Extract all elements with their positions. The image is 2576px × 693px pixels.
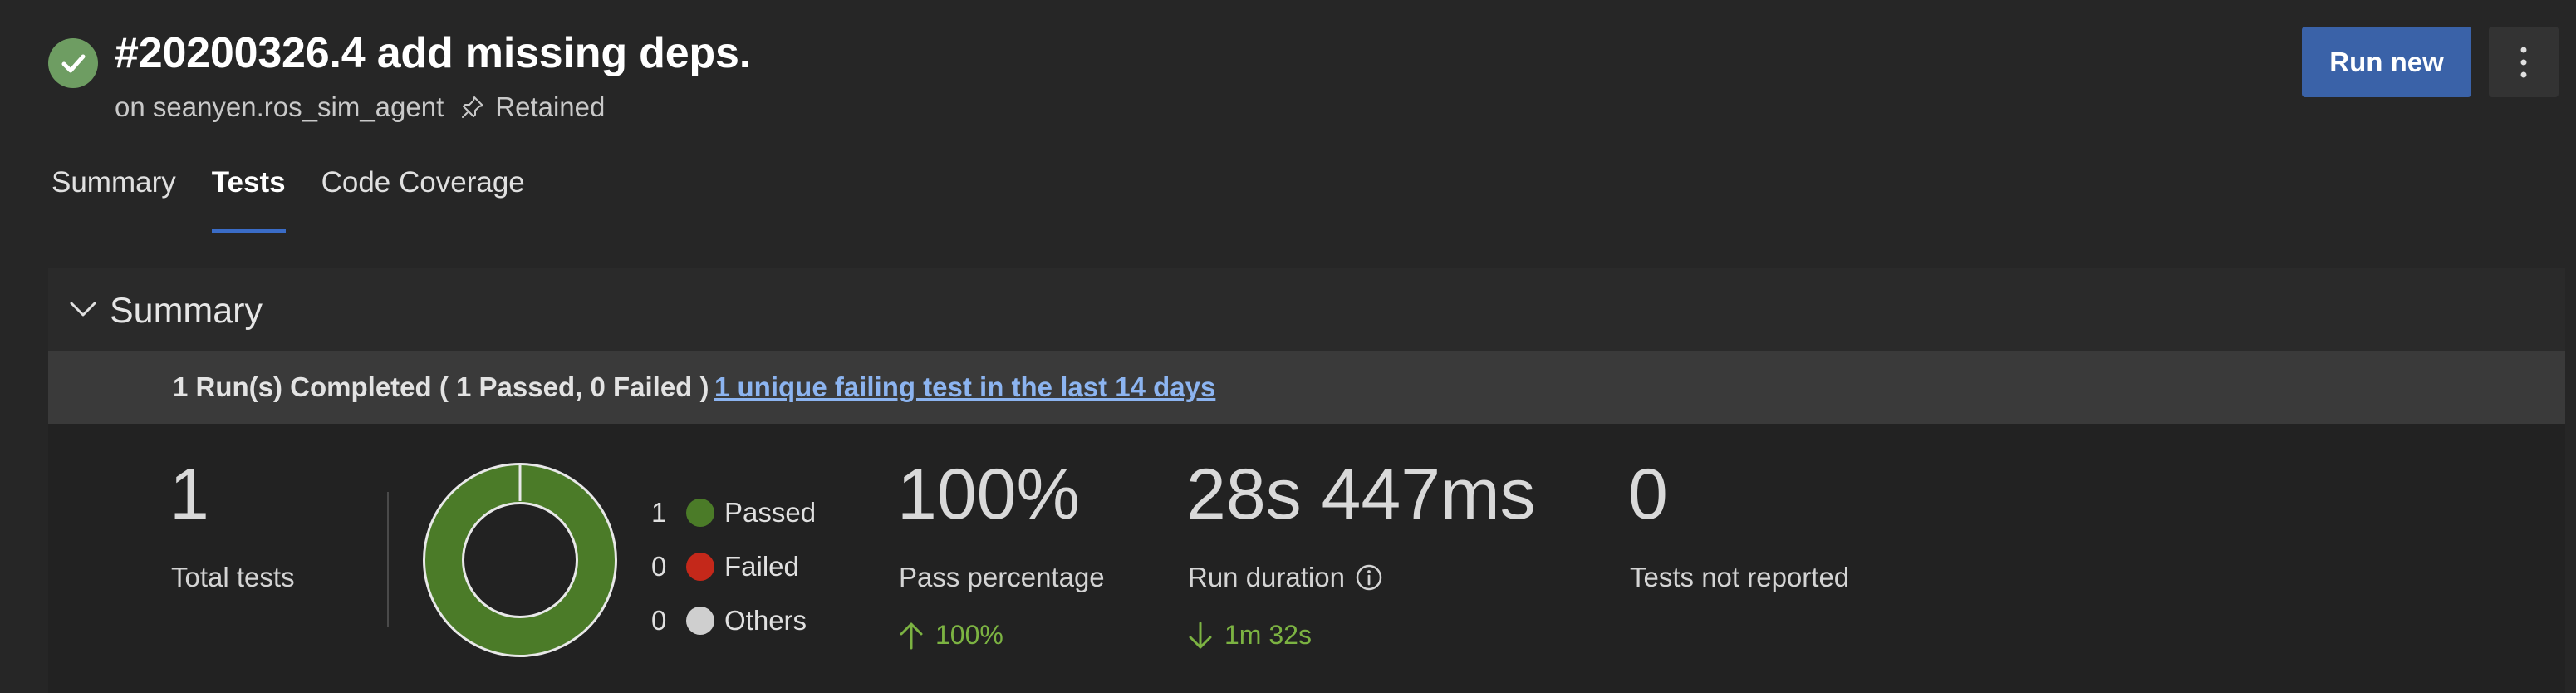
more-actions-button[interactable]: [2489, 27, 2559, 97]
arrow-up-icon: [900, 622, 923, 649]
summary-section-header[interactable]: Summary: [48, 268, 2565, 351]
run-duration-label: Run duration: [1188, 562, 1345, 592]
section-title: Summary: [110, 291, 263, 331]
legend-count: 0: [651, 550, 667, 582]
run-status-bar: 1 Run(s) Completed ( 1 Passed, 0 Failed …: [48, 351, 2565, 424]
legend-count: 1: [651, 496, 667, 528]
legend-others: 0 Others: [651, 593, 816, 647]
pin-icon: [460, 95, 485, 120]
legend-passed: 1 Passed: [651, 485, 816, 539]
outcome-legend: 1 Passed 0 Failed 0 Others: [651, 485, 816, 647]
run-duration-label-group: Run duration: [1188, 562, 1383, 593]
not-reported-label: Tests not reported: [1630, 562, 1850, 592]
summary-panel: Summary 1 Run(s) Completed ( 1 Passed, 0…: [48, 268, 2565, 693]
legend-count: 0: [651, 604, 667, 636]
others-dot-icon: [686, 606, 714, 635]
tab-bar: Summary Tests Code Coverage: [52, 166, 561, 236]
run-new-button[interactable]: Run new: [2302, 27, 2471, 97]
tab-tests[interactable]: Tests: [211, 166, 286, 236]
pass-percentage-trend: 100%: [899, 620, 1003, 651]
check-icon: [61, 54, 86, 73]
page-title: #20200326.4 add missing deps.: [115, 29, 751, 77]
failing-tests-link[interactable]: 1 unique failing test in the last 14 day…: [714, 371, 1215, 403]
build-status-icon: [48, 38, 98, 88]
not-reported-value: 0: [1628, 455, 1668, 534]
outcome-donut-chart: [423, 463, 617, 657]
total-tests-label: Total tests: [171, 562, 295, 592]
failed-dot-icon: [686, 552, 714, 581]
tab-code-coverage[interactable]: Code Coverage: [321, 166, 525, 236]
more-vertical-icon: [2520, 47, 2527, 77]
run-duration-trend: 1m 32s: [1188, 620, 1312, 651]
runs-completed-text: 1 Run(s) Completed ( 1 Passed, 0 Failed …: [173, 371, 709, 402]
run-duration-value: 28s 447ms: [1186, 455, 1536, 534]
legend-label: Others: [724, 604, 807, 636]
divider: [387, 492, 389, 627]
trend-value: 1m 32s: [1224, 620, 1312, 650]
chevron-down-icon[interactable]: [66, 292, 100, 326]
branch-label: on seanyen.ros_sim_agent: [115, 91, 444, 122]
pass-percentage-label: Pass percentage: [899, 562, 1105, 592]
build-subline: on seanyen.ros_sim_agent Retained: [115, 91, 605, 123]
retained-label: Retained: [495, 91, 606, 122]
trend-value: 100%: [935, 620, 1003, 650]
tab-summary[interactable]: Summary: [52, 166, 176, 236]
pass-percentage-value: 100%: [897, 455, 1080, 534]
total-tests-value: 1: [169, 455, 209, 534]
info-icon[interactable]: [1355, 563, 1383, 592]
legend-failed: 0 Failed: [651, 539, 816, 593]
legend-label: Passed: [724, 496, 817, 528]
arrow-down-icon: [1189, 622, 1212, 648]
passed-dot-icon: [686, 498, 714, 527]
legend-label: Failed: [724, 550, 799, 582]
donut-passed-segment: [425, 465, 615, 655]
